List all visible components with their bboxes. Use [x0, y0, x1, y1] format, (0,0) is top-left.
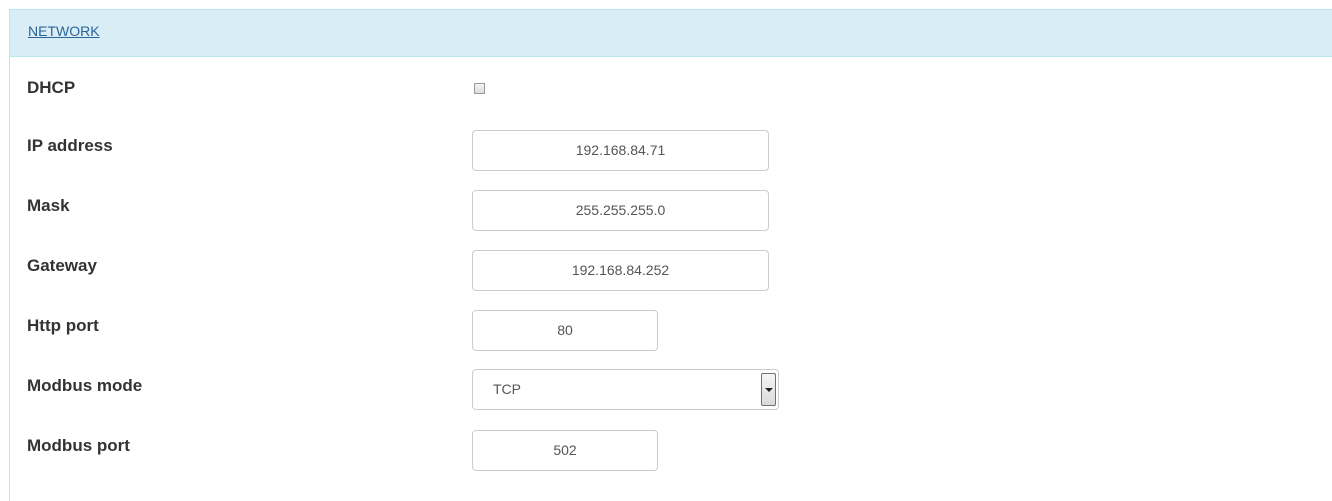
modbus-port-value: 502 — [553, 442, 577, 458]
http-port-value: 80 — [557, 322, 573, 338]
gateway-input[interactable]: 192.168.84.252 — [472, 250, 769, 291]
http-port-label: Http port — [27, 316, 99, 335]
ip-address-value: 192.168.84.71 — [575, 142, 666, 158]
mask-input[interactable]: 255.255.255.0 — [472, 190, 769, 231]
dhcp-checkbox[interactable] — [474, 83, 485, 94]
modbus-mode-value: TCP — [493, 381, 521, 397]
mask-value: 255.255.255.0 — [575, 202, 666, 218]
ip-address-label: IP address — [27, 136, 113, 155]
dhcp-label: DHCP — [27, 78, 76, 97]
panel-heading: NETWORK — [10, 10, 1332, 57]
gateway-label: Gateway — [27, 256, 97, 275]
http-port-input[interactable]: 80 — [472, 310, 658, 351]
modbus-port-label: Modbus port — [27, 436, 130, 455]
mask-label: Mask — [27, 196, 70, 215]
chevron-down-icon[interactable] — [761, 373, 776, 406]
modbus-port-input[interactable]: 502 — [472, 430, 658, 471]
ip-address-input[interactable]: 192.168.84.71 — [472, 130, 769, 171]
network-title-link[interactable]: NETWORK — [28, 23, 100, 39]
gateway-value: 192.168.84.252 — [571, 262, 670, 278]
modbus-mode-label: Modbus mode — [27, 376, 143, 395]
modbus-mode-select[interactable]: TCP — [472, 369, 779, 410]
